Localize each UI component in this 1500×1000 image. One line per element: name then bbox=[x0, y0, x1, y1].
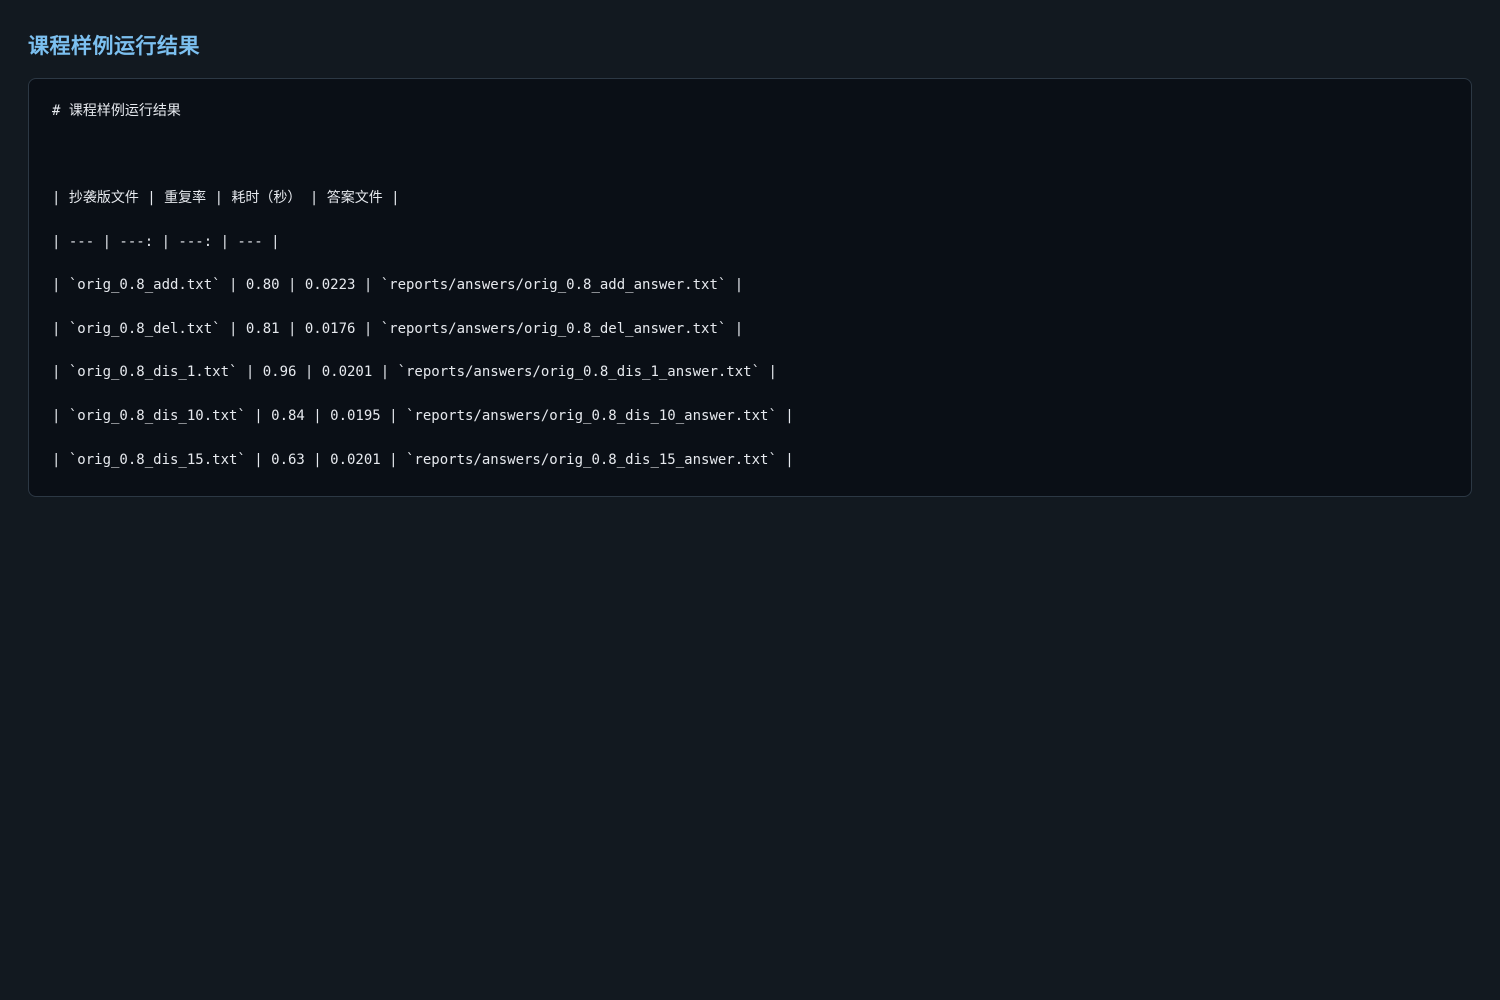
table-row-line: | `orig_0.8_add.txt` | 0.80 | 0.0223 | `… bbox=[52, 277, 744, 294]
table-row-line: | `orig_0.8_dis_15.txt` | 0.63 | 0.0201 … bbox=[52, 451, 794, 468]
markdown-heading-line: # 课程样例运行结果 bbox=[52, 103, 181, 119]
page: 课程样例运行结果 # 课程样例运行结果 | 抄袭版文件 | 重复率 | 耗时（秒… bbox=[0, 0, 1500, 1000]
table-row-line: | `orig_0.8_del.txt` | 0.81 | 0.0176 | `… bbox=[52, 320, 744, 337]
table-header-line: | 抄袭版文件 | 重复率 | 耗时（秒） | 答案文件 | bbox=[52, 190, 400, 206]
page-title: 课程样例运行结果 bbox=[28, 34, 200, 58]
table-row-line: | `orig_0.8_dis_1.txt` | 0.96 | 0.0201 |… bbox=[52, 364, 777, 381]
markdown-source-panel: # 课程样例运行结果 | 抄袭版文件 | 重复率 | 耗时（秒） | 答案文件 … bbox=[28, 78, 1472, 497]
table-separator-line: | --- | ---: | ---: | --- | bbox=[52, 233, 280, 250]
table-row-line: | `orig_0.8_dis_10.txt` | 0.84 | 0.0195 … bbox=[52, 407, 794, 424]
